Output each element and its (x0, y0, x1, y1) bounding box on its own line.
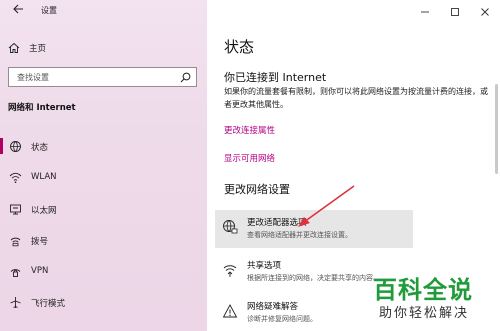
close-button[interactable] (470, 0, 500, 24)
watermark-slogan: 助你轻松解决 (379, 306, 470, 321)
adapter-icon (223, 220, 238, 234)
option-title: 共享选项 (247, 261, 282, 271)
connection-heading: 你已连接到 Internet (224, 71, 327, 84)
sidebar-item-label: 以太网 (31, 206, 57, 216)
sidebar-item-ethernet[interactable]: 以太网 (0, 198, 207, 220)
warning-icon (222, 304, 238, 318)
titlebar: 设置 (0, 0, 207, 24)
connection-description: 如果你的流量套餐有限制，则你可以将此网络设置为按流量计费的连接，或者更改其他属性… (224, 87, 488, 109)
sidebar: 设置 主页 网络和 Internet 状态 WLAN 以 (0, 0, 207, 331)
back-arrow-icon (13, 4, 23, 14)
option-title: 网络疑难解答 (247, 302, 299, 312)
watermark: 百科全说 助你轻松解决 (373, 270, 483, 326)
airplane-icon (10, 297, 21, 308)
sidebar-item-airplane[interactable]: 飞行模式 (0, 291, 207, 313)
sidebar-item-label: 飞行模式 (31, 299, 66, 309)
sidebar-item-label: WLAN (31, 172, 57, 182)
annotation-arrow-icon (298, 185, 355, 227)
show-available-networks-link[interactable]: 显示可用网络 (224, 152, 275, 164)
dialup-icon (10, 237, 21, 247)
window-controls (410, 0, 500, 24)
sidebar-item-label: 拨号 (31, 237, 49, 247)
sidebar-item-label: VPN (31, 266, 49, 276)
page-title: 状态 (224, 38, 255, 56)
sidebar-section-title: 网络和 Internet (8, 103, 76, 113)
wifi-icon (9, 172, 22, 183)
search-box[interactable] (8, 67, 197, 87)
sidebar-item-label: 状态 (31, 143, 49, 153)
watermark-title: 百科全说 (373, 276, 473, 304)
nav-home[interactable]: 主页 (8, 40, 46, 56)
ethernet-icon (10, 204, 21, 215)
app-title: 设置 (41, 6, 57, 15)
vpn-icon (10, 269, 21, 277)
status-icon (10, 141, 21, 152)
search-input[interactable] (9, 68, 174, 86)
home-icon (8, 42, 20, 53)
sidebar-item-status[interactable]: 状态 (0, 135, 207, 157)
close-icon (481, 8, 489, 16)
minimize-button[interactable] (410, 0, 440, 24)
scrollbar-thumb[interactable] (495, 84, 498, 174)
change-connection-properties-link[interactable]: 更改连接属性 (224, 124, 275, 136)
maximize-button[interactable] (440, 0, 470, 24)
nav-home-label: 主页 (29, 44, 47, 54)
sidebar-item-vpn[interactable]: VPN (0, 260, 207, 282)
sidebar-item-dialup[interactable]: 拨号 (0, 229, 207, 251)
minimize-icon (421, 11, 429, 13)
sharing-icon (223, 265, 237, 277)
back-button[interactable] (9, 3, 27, 21)
sidebar-item-wlan[interactable]: WLAN (0, 166, 207, 188)
change-network-settings-heading: 更改网络设置 (224, 183, 290, 196)
maximize-icon (451, 8, 459, 16)
scrollbar[interactable] (495, 24, 499, 294)
search-icon[interactable] (180, 72, 191, 83)
